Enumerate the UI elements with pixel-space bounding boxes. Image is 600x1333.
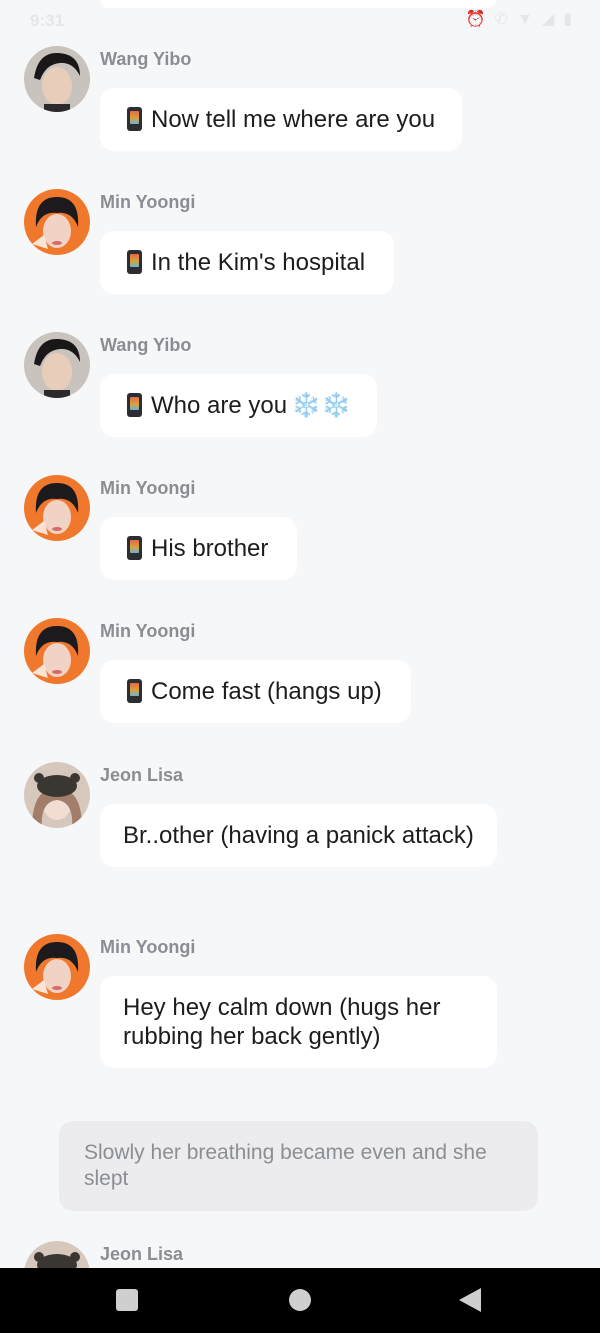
message-text: Who are you [151,392,288,419]
message-bubble[interactable]: In the Kim's hospital [100,231,394,294]
narration-text: Slowly her breathing became even and she… [84,1141,487,1190]
message-text: His brother [151,535,269,562]
sender-name: Min Yoongi [100,937,196,957]
recents-button[interactable] [116,1289,138,1311]
home-button[interactable] [289,1289,311,1311]
phone-icon [127,536,142,560]
phone-icon [127,250,142,274]
message-bubble[interactable]: Now tell me where are you [100,88,462,151]
sender-name: Jeon Lisa [100,765,184,785]
call-icon: ✆ [494,11,509,28]
message-text: Br..other (having a panick attack) [123,822,474,849]
avatar-jeon-lisa[interactable] [24,762,90,828]
avatar-min-yoongi[interactable] [24,189,90,255]
message-bubble[interactable]: Br..other (having a panick attack) [100,804,497,867]
sender-name: Wang Yibo [100,335,192,355]
message-text: Come fast (hangs up) [151,678,382,705]
navigation-bar [0,1268,600,1333]
message-bubble[interactable]: Hey hey calm down (hugs her rubbing her … [100,976,497,1068]
sender-name: Min Yoongi [100,192,196,212]
phone-icon [127,393,142,417]
phone-icon [127,679,142,703]
status-bar: 9:31 ⏰ ✆ ▼ ◢ ▮ [0,0,600,44]
message-text: In the Kim's hospital [151,249,366,276]
message-bubble[interactable]: Who are you ❄️❄️ [100,374,377,437]
phone-icon [127,107,142,131]
signal-icon: ◢ [541,11,555,28]
battery-icon: ▮ [563,11,572,28]
status-icons: ⏰ ✆ ▼ ◢ ▮ [466,10,572,30]
sender-name: Wang Yibo [100,49,192,69]
back-button[interactable] [459,1288,481,1312]
message-bubble[interactable]: Come fast (hangs up) [100,660,411,723]
message-text: Hey hey calm down (hugs her rubbing her … [123,994,441,1050]
sender-name: Min Yoongi [100,478,196,498]
sender-name: Min Yoongi [100,621,196,641]
chat-screen: 9:31 ⏰ ✆ ▼ ◢ ▮ Wang Yibo Now tell me whe… [0,0,600,1333]
snowflake-icon: ❄️❄️ [291,392,351,419]
message-text: Now tell me where are you [151,106,436,133]
narration-bubble[interactable]: Slowly her breathing became even and she… [59,1121,538,1211]
sender-name: Jeon Lisa [100,1244,184,1264]
avatar-min-yoongi[interactable] [24,475,90,541]
message-bubble[interactable]: His brother [100,517,297,580]
avatar-min-yoongi[interactable] [24,618,90,684]
alarm-icon: ⏰ [465,11,486,28]
status-time: 9:31 [30,11,65,30]
avatar-min-yoongi[interactable] [24,934,90,1000]
avatar-wang-yibo[interactable] [24,46,90,112]
avatar-wang-yibo[interactable] [24,332,90,398]
wifi-icon: ▼ [517,11,533,28]
